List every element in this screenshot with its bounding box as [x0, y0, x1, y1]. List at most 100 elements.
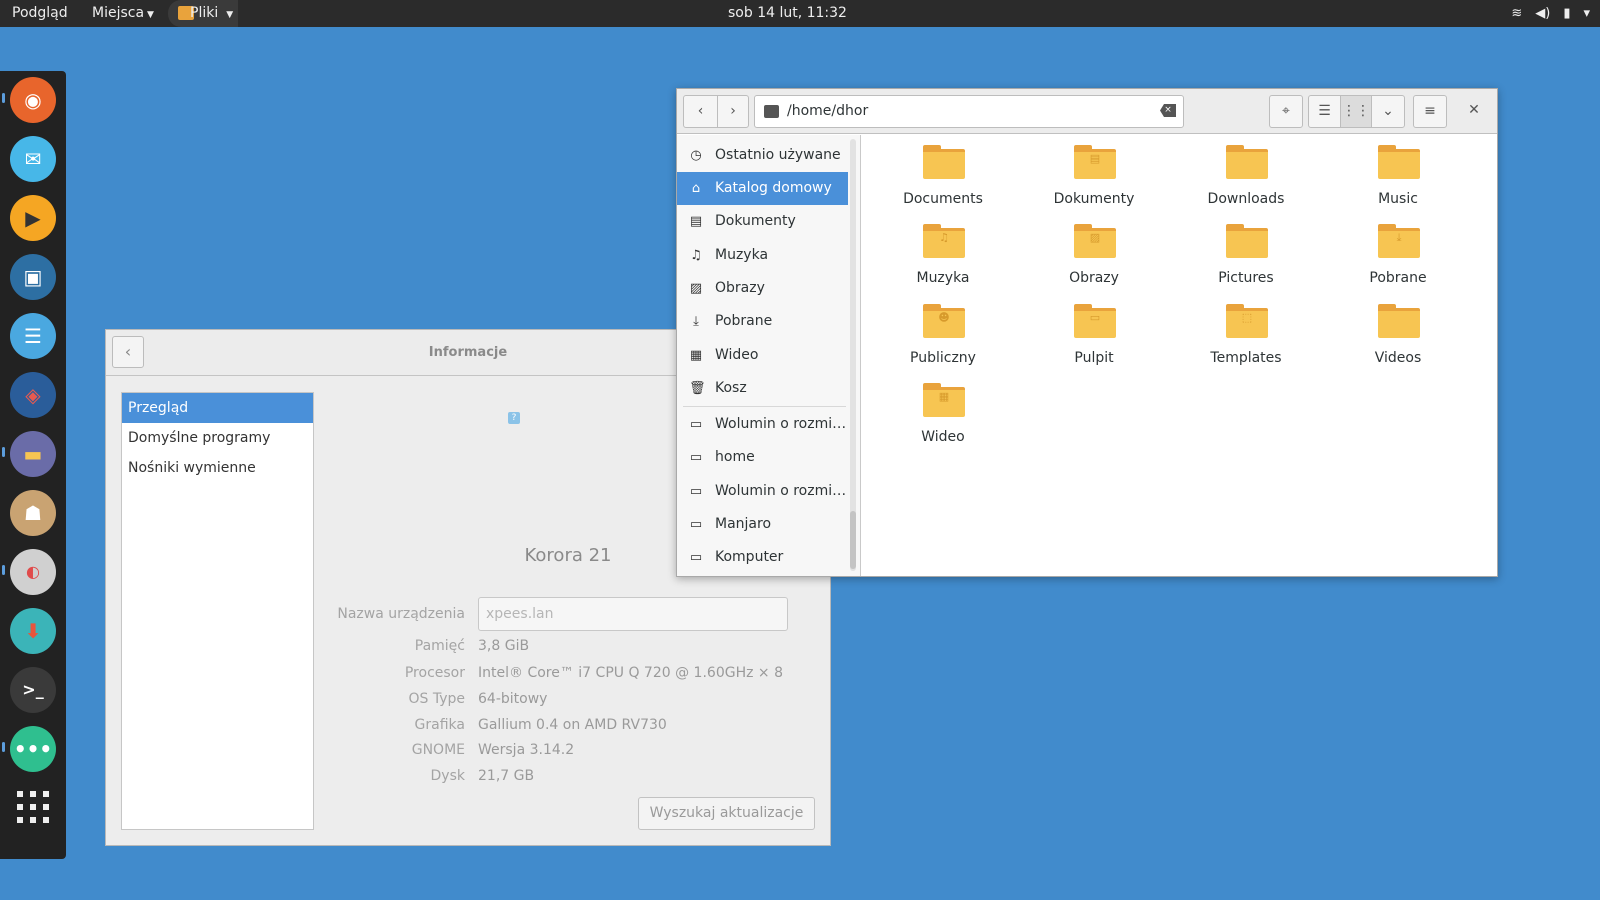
place-recent[interactable]: ◷ Ostatnio używane: [677, 139, 848, 172]
firefox-icon[interactable]: ◉: [10, 77, 56, 123]
place-label: Kosz: [715, 380, 747, 396]
place-downloads[interactable]: ⤓ Pobrane: [677, 305, 848, 338]
app-menu[interactable]: Pliki ▼: [190, 5, 233, 21]
details-sidebar: Przegląd Domyślne programy Nośniki wymie…: [121, 392, 314, 830]
chevron-right-icon: ›: [730, 103, 736, 119]
folder-pictures-icon: ▨: [1074, 224, 1116, 258]
place-computer[interactable]: ▭ Komputer: [677, 541, 848, 574]
files-icon[interactable]: ▬: [10, 431, 56, 477]
show-applications-icon[interactable]: [17, 791, 49, 823]
file-item-music[interactable]: Music: [1328, 135, 1468, 207]
top-bar: Podgląd Miejsca ▼ Pliki ▼ sob 14 lut, 11:3…: [0, 0, 1600, 27]
place-label: Pobrane: [715, 313, 773, 329]
locate-button[interactable]: ⌖: [1269, 95, 1303, 128]
view-options-button[interactable]: ⌄: [1371, 95, 1405, 128]
place-volume-1[interactable]: ▭ Wolumin o rozmia…: [677, 408, 848, 441]
firefox-glyph: ◉: [24, 88, 42, 112]
place-documents[interactable]: ▤ Dokumenty: [677, 205, 848, 238]
place-volume-manjaro[interactable]: ▭ Manjaro: [677, 508, 848, 541]
store-icon[interactable]: ☗: [10, 490, 56, 536]
file-item-downloads[interactable]: Downloads: [1176, 135, 1316, 207]
place-videos[interactable]: ▦ Wideo: [677, 339, 848, 372]
clock[interactable]: sob 14 lut, 11:32: [728, 5, 847, 21]
file-item-videos[interactable]: Videos: [1328, 294, 1468, 366]
updater-icon[interactable]: ⬇: [10, 608, 56, 654]
list-view-button[interactable]: ☰: [1308, 95, 1341, 128]
file-label: Dokumenty: [1053, 191, 1135, 207]
place-label: Komputer: [715, 549, 784, 565]
file-item-dokumenty[interactable]: ▤ Dokumenty: [1024, 135, 1164, 207]
location-bar[interactable]: /home/dhor ×: [754, 95, 1184, 128]
file-item-muzyka[interactable]: ♫ Muzyka: [873, 214, 1013, 286]
check-updates-button[interactable]: Wyszukaj aktualizacje: [638, 797, 815, 830]
device-name-input[interactable]: xpees.lan: [478, 597, 788, 631]
media-player-icon[interactable]: ▶: [10, 195, 56, 241]
place-music[interactable]: ♫ Muzyka: [677, 239, 848, 272]
document-icon: ▤: [689, 214, 703, 229]
drive-icon: ▭: [689, 484, 703, 499]
software-center-icon[interactable]: ◈: [10, 372, 56, 418]
file-item-pobrane[interactable]: ⤓ Pobrane: [1328, 214, 1468, 286]
gnome-label: GNOME: [411, 742, 465, 758]
pictures-icon: ▨: [689, 281, 703, 296]
place-label: Dokumenty: [715, 213, 796, 229]
dropdown-arrow-icon: ▼: [226, 10, 234, 20]
scrollbar-thumb[interactable]: [850, 511, 856, 569]
place-pictures[interactable]: ▨ Obrazy: [677, 272, 848, 305]
clock-label: sob 14 lut, 11:32: [728, 5, 847, 21]
places-sidebar: ◷ Ostatnio używane ⌂ Katalog domowy ▤ Dokum…: [677, 135, 861, 576]
file-item-publiczny[interactable]: ☻ Publiczny: [873, 294, 1013, 366]
grid-view-button[interactable]: ⋮⋮: [1340, 95, 1372, 128]
forward-button[interactable]: ›: [717, 95, 749, 128]
sidebar-item-overview[interactable]: Przegląd: [122, 393, 313, 423]
activities-label: Podgląd: [12, 5, 68, 21]
system-tray[interactable]: ≋ ◀) ▮ ▾: [1511, 0, 1590, 27]
folder-public-icon: ☻: [923, 304, 965, 338]
file-label: Muzyka: [916, 270, 970, 286]
file-label: Documents: [903, 191, 983, 207]
activities-button[interactable]: Podgląd: [12, 5, 68, 21]
chevron-left-icon: ‹: [697, 103, 704, 119]
back-button[interactable]: ‹: [683, 95, 718, 128]
folder-video-icon: ▦: [923, 383, 965, 417]
file-item-documents[interactable]: Documents: [873, 135, 1013, 207]
chat-icon[interactable]: •••: [10, 726, 56, 772]
place-home[interactable]: ⌂ Katalog domowy: [677, 172, 848, 205]
memory-label: Pamięć: [414, 638, 465, 654]
sidebar-item-removable-media[interactable]: Nośniki wymienne: [122, 453, 313, 483]
location-input[interactable]: /home/dhor: [787, 103, 868, 119]
file-item-pulpit[interactable]: ▭ Pulpit: [1024, 294, 1164, 366]
place-volume-2[interactable]: ▭ Wolumin o rozmia…: [677, 475, 848, 508]
place-label: Obrazy: [715, 280, 765, 296]
chevron-down-icon: ⌄: [1382, 103, 1394, 119]
folder-icon: [923, 145, 965, 179]
terminal-icon[interactable]: >_: [10, 667, 56, 713]
disk-value: 21,7 GB: [478, 768, 535, 784]
places-menu[interactable]: Miejsca ▼: [92, 5, 154, 21]
image-viewer-icon[interactable]: ▣: [10, 254, 56, 300]
clear-text-icon[interactable]: ×: [1160, 104, 1176, 117]
prompt-glyph: >_: [22, 680, 44, 699]
settings-icon[interactable]: ◐: [10, 549, 56, 595]
file-icon-view: Documents ▤ Dokumenty Downloads Music ♫ …: [862, 135, 1497, 576]
power-menu-icon: ▾: [1583, 6, 1590, 21]
place-trash[interactable]: 🗑 Kosz: [677, 372, 848, 405]
memory-value: 3,8 GiB: [478, 638, 530, 654]
file-item-obrazy[interactable]: ▨ Obrazy: [1024, 214, 1164, 286]
file-item-pictures[interactable]: Pictures: [1176, 214, 1316, 286]
toggle-glyph: ◐: [26, 562, 40, 581]
file-item-templates[interactable]: ⬚ Templates: [1176, 294, 1316, 366]
mail-icon[interactable]: ✉: [10, 136, 56, 182]
sidebar-item-default-apps[interactable]: Domyślne programy: [122, 423, 313, 453]
menu-button[interactable]: ≡: [1413, 95, 1447, 128]
close-icon: ✕: [1468, 102, 1480, 118]
file-label: Pulpit: [1074, 350, 1114, 366]
file-item-wideo[interactable]: ▦ Wideo: [873, 373, 1013, 445]
store-glyph: ☗: [24, 501, 42, 525]
app-menu-label: Pliki: [190, 5, 219, 21]
place-volume-home[interactable]: ▭ home: [677, 441, 848, 474]
file-label: Obrazy: [1069, 270, 1119, 286]
text-editor-icon[interactable]: ☰: [10, 313, 56, 359]
close-button[interactable]: ✕: [1457, 95, 1491, 128]
places-scrollbar[interactable]: [850, 139, 856, 571]
